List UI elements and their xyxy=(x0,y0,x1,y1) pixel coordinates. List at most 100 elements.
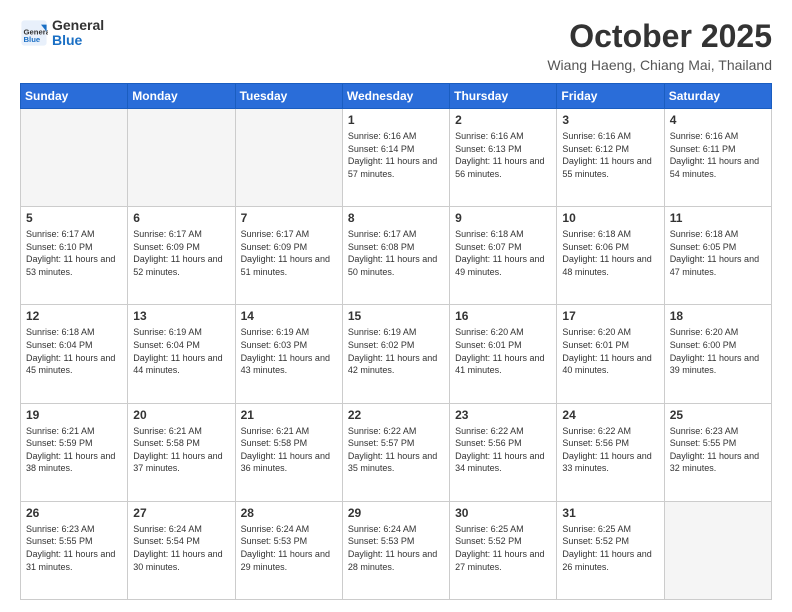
calendar-day-cell: 2 Sunrise: 6:16 AMSunset: 6:13 PMDaylight… xyxy=(450,109,557,207)
day-info: Sunrise: 6:23 AMSunset: 5:55 PMDaylight:… xyxy=(26,523,122,573)
calendar-day-cell: 31Sunrise: 6:25 AMSunset: 5:52 PMDayligh… xyxy=(557,501,664,599)
calendar-day-cell: 27Sunrise: 6:24 AMSunset: 5:54 PMDayligh… xyxy=(128,501,235,599)
day-info: Sunrise: 6:16 AMSunset: 6:13 PMDaylight:… xyxy=(455,130,551,180)
calendar-day-cell: 23 Sunrise: 6:22 AMSunset: 5:56 PMDayligh… xyxy=(450,403,557,501)
day-info: Sunrise: 6:21 AMSunset: 5:59 PMDaylight:… xyxy=(26,425,122,475)
calendar-week-row: 5 Sunrise: 6:17 AMSunset: 6:10 PMDaylight… xyxy=(21,207,772,305)
calendar-day-cell: 30Sunrise: 6:25 AMSunset: 5:52 PMDayligh… xyxy=(450,501,557,599)
day-info: Sunrise: 6:17 AMSunset: 6:10 PMDaylight:… xyxy=(26,228,122,278)
day-number: 2 xyxy=(455,113,551,127)
day-info: Sunrise: 6:17 AMSunset: 6:09 PMDaylight:… xyxy=(241,228,337,278)
day-info: Sunrise: 6:22 AMSunset: 5:56 PMDaylight:… xyxy=(562,425,658,475)
day-number: 17 xyxy=(562,309,658,323)
calendar-day-cell: 1Sunrise: 6:16 AMSunset: 6:14 PMDaylight… xyxy=(342,109,449,207)
day-number: 12 xyxy=(26,309,122,323)
day-info: Sunrise: 6:20 AMSunset: 6:01 PMDaylight:… xyxy=(562,326,658,376)
calendar-table: Sunday Monday Tuesday Wednesday Thursday… xyxy=(20,83,772,600)
day-number: 14 xyxy=(241,309,337,323)
day-info: Sunrise: 6:16 AMSunset: 6:14 PMDaylight:… xyxy=(348,130,444,180)
calendar-week-row: 1Sunrise: 6:16 AMSunset: 6:14 PMDaylight… xyxy=(21,109,772,207)
day-info: Sunrise: 6:18 AMSunset: 6:05 PMDaylight:… xyxy=(670,228,766,278)
calendar-day-cell: 22 Sunrise: 6:22 AMSunset: 5:57 PMDayligh… xyxy=(342,403,449,501)
day-number: 16 xyxy=(455,309,551,323)
day-number: 15 xyxy=(348,309,444,323)
day-number: 6 xyxy=(133,211,229,225)
day-number: 23 xyxy=(455,408,551,422)
day-info: Sunrise: 6:22 AMSunset: 5:56 PMDaylight:… xyxy=(455,425,551,475)
day-info: Sunrise: 6:24 AMSunset: 5:53 PMDaylight:… xyxy=(348,523,444,573)
calendar-day-cell: 7 Sunrise: 6:17 AMSunset: 6:09 PMDaylight… xyxy=(235,207,342,305)
day-number: 7 xyxy=(241,211,337,225)
day-info: Sunrise: 6:17 AMSunset: 6:08 PMDaylight:… xyxy=(348,228,444,278)
day-info: Sunrise: 6:18 AMSunset: 6:04 PMDaylight:… xyxy=(26,326,122,376)
day-info: Sunrise: 6:19 AMSunset: 6:02 PMDaylight:… xyxy=(348,326,444,376)
calendar-day-cell xyxy=(128,109,235,207)
calendar-day-cell: 25Sunrise: 6:23 AMSunset: 5:55 PMDayligh… xyxy=(664,403,771,501)
calendar-day-cell xyxy=(235,109,342,207)
calendar-day-cell: 17 Sunrise: 6:20 AMSunset: 6:01 PMDayligh… xyxy=(557,305,664,403)
col-wednesday: Wednesday xyxy=(342,84,449,109)
day-number: 3 xyxy=(562,113,658,127)
calendar-day-cell: 18Sunrise: 6:20 AMSunset: 6:00 PMDayligh… xyxy=(664,305,771,403)
calendar-header-row: Sunday Monday Tuesday Wednesday Thursday… xyxy=(21,84,772,109)
col-monday: Monday xyxy=(128,84,235,109)
calendar-day-cell: 16 Sunrise: 6:20 AMSunset: 6:01 PMDayligh… xyxy=(450,305,557,403)
logo: General Blue General Blue xyxy=(20,18,104,49)
day-info: Sunrise: 6:16 AMSunset: 6:12 PMDaylight:… xyxy=(562,130,658,180)
col-sunday: Sunday xyxy=(21,84,128,109)
day-info: Sunrise: 6:24 AMSunset: 5:53 PMDaylight:… xyxy=(241,523,337,573)
day-info: Sunrise: 6:25 AMSunset: 5:52 PMDaylight:… xyxy=(455,523,551,573)
calendar-day-cell: 13Sunrise: 6:19 AMSunset: 6:04 PMDayligh… xyxy=(128,305,235,403)
logo-icon: General Blue xyxy=(20,19,48,47)
day-info: Sunrise: 6:23 AMSunset: 5:55 PMDaylight:… xyxy=(670,425,766,475)
col-saturday: Saturday xyxy=(664,84,771,109)
day-number: 21 xyxy=(241,408,337,422)
logo-text: General Blue xyxy=(52,18,104,49)
day-number: 28 xyxy=(241,506,337,520)
calendar-day-cell: 19 Sunrise: 6:21 AMSunset: 5:59 PMDayligh… xyxy=(21,403,128,501)
header: General Blue General Blue October 2025 W… xyxy=(20,18,772,73)
day-number: 26 xyxy=(26,506,122,520)
calendar-body: 1Sunrise: 6:16 AMSunset: 6:14 PMDaylight… xyxy=(21,109,772,600)
calendar-day-cell: 12 Sunrise: 6:18 AMSunset: 6:04 PMDayligh… xyxy=(21,305,128,403)
day-number: 13 xyxy=(133,309,229,323)
day-info: Sunrise: 6:24 AMSunset: 5:54 PMDaylight:… xyxy=(133,523,229,573)
day-number: 19 xyxy=(26,408,122,422)
calendar-day-cell: 14 Sunrise: 6:19 AMSunset: 6:03 PMDayligh… xyxy=(235,305,342,403)
calendar-day-cell xyxy=(21,109,128,207)
day-number: 9 xyxy=(455,211,551,225)
day-number: 24 xyxy=(562,408,658,422)
day-number: 10 xyxy=(562,211,658,225)
location-subtitle: Wiang Haeng, Chiang Mai, Thailand xyxy=(547,57,772,73)
calendar-day-cell: 29Sunrise: 6:24 AMSunset: 5:53 PMDayligh… xyxy=(342,501,449,599)
calendar-day-cell: 9 Sunrise: 6:18 AMSunset: 6:07 PMDaylight… xyxy=(450,207,557,305)
svg-text:Blue: Blue xyxy=(24,35,41,44)
day-number: 5 xyxy=(26,211,122,225)
col-tuesday: Tuesday xyxy=(235,84,342,109)
calendar-day-cell: 4Sunrise: 6:16 AMSunset: 6:11 PMDaylight… xyxy=(664,109,771,207)
day-info: Sunrise: 6:17 AMSunset: 6:09 PMDaylight:… xyxy=(133,228,229,278)
day-number: 22 xyxy=(348,408,444,422)
day-info: Sunrise: 6:19 AMSunset: 6:03 PMDaylight:… xyxy=(241,326,337,376)
day-info: Sunrise: 6:20 AMSunset: 6:01 PMDaylight:… xyxy=(455,326,551,376)
calendar-day-cell: 6 Sunrise: 6:17 AMSunset: 6:09 PMDaylight… xyxy=(128,207,235,305)
day-info: Sunrise: 6:25 AMSunset: 5:52 PMDaylight:… xyxy=(562,523,658,573)
calendar-day-cell xyxy=(664,501,771,599)
day-info: Sunrise: 6:18 AMSunset: 6:07 PMDaylight:… xyxy=(455,228,551,278)
calendar-day-cell: 15 Sunrise: 6:19 AMSunset: 6:02 PMDayligh… xyxy=(342,305,449,403)
day-number: 4 xyxy=(670,113,766,127)
day-info: Sunrise: 6:22 AMSunset: 5:57 PMDaylight:… xyxy=(348,425,444,475)
calendar-day-cell: 5 Sunrise: 6:17 AMSunset: 6:10 PMDaylight… xyxy=(21,207,128,305)
title-block: October 2025 Wiang Haeng, Chiang Mai, Th… xyxy=(547,18,772,73)
calendar-day-cell: 20 Sunrise: 6:21 AMSunset: 5:58 PMDayligh… xyxy=(128,403,235,501)
day-info: Sunrise: 6:20 AMSunset: 6:00 PMDaylight:… xyxy=(670,326,766,376)
day-info: Sunrise: 6:21 AMSunset: 5:58 PMDaylight:… xyxy=(133,425,229,475)
logo-blue-text: Blue xyxy=(52,33,104,48)
day-info: Sunrise: 6:18 AMSunset: 6:06 PMDaylight:… xyxy=(562,228,658,278)
calendar-day-cell: 10 Sunrise: 6:18 AMSunset: 6:06 PMDayligh… xyxy=(557,207,664,305)
calendar-day-cell: 24 Sunrise: 6:22 AMSunset: 5:56 PMDayligh… xyxy=(557,403,664,501)
calendar-week-row: 19 Sunrise: 6:21 AMSunset: 5:59 PMDayligh… xyxy=(21,403,772,501)
day-number: 11 xyxy=(670,211,766,225)
day-number: 20 xyxy=(133,408,229,422)
col-thursday: Thursday xyxy=(450,84,557,109)
